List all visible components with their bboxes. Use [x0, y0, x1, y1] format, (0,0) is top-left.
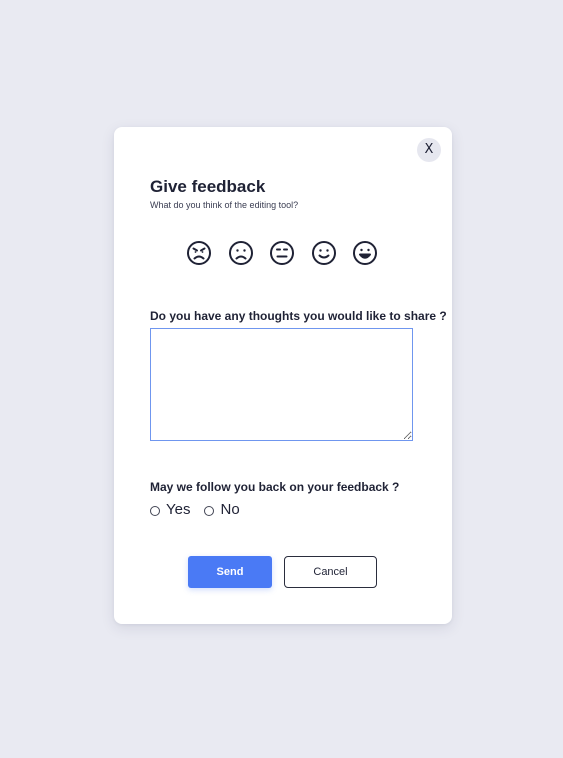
angry-face-icon[interactable] [186, 240, 212, 266]
dialog-title: Give feedback [150, 177, 266, 196]
smiling-face-icon[interactable] [311, 240, 337, 266]
thoughts-question: Do you have any thoughts you would like … [150, 309, 447, 323]
follow-yes-label: Yes [166, 501, 191, 518]
follow-no-radio[interactable] [204, 505, 215, 516]
neutral-face-icon[interactable] [269, 240, 295, 266]
cancel-button[interactable]: Cancel [284, 556, 377, 588]
rating-row [186, 240, 378, 266]
follow-yes-radio[interactable] [150, 505, 160, 516]
follow-no-label: No [220, 501, 240, 518]
dialog-subtitle: What do you think of the editing tool? [150, 200, 299, 210]
close-button[interactable]: X [417, 138, 441, 162]
follow-question: May we follow you back on your feedback … [150, 480, 400, 494]
send-button[interactable]: Send [188, 556, 272, 588]
feedback-dialog: X Give feedback What do you think of the… [114, 127, 452, 624]
follow-no-option[interactable]: No [204, 501, 240, 519]
sad-face-icon[interactable] [228, 240, 254, 266]
follow-radio-group: Yes No [150, 501, 254, 519]
follow-yes-option[interactable]: Yes [150, 501, 190, 519]
thoughts-textarea[interactable] [150, 328, 413, 441]
grinning-face-icon[interactable] [352, 240, 378, 266]
